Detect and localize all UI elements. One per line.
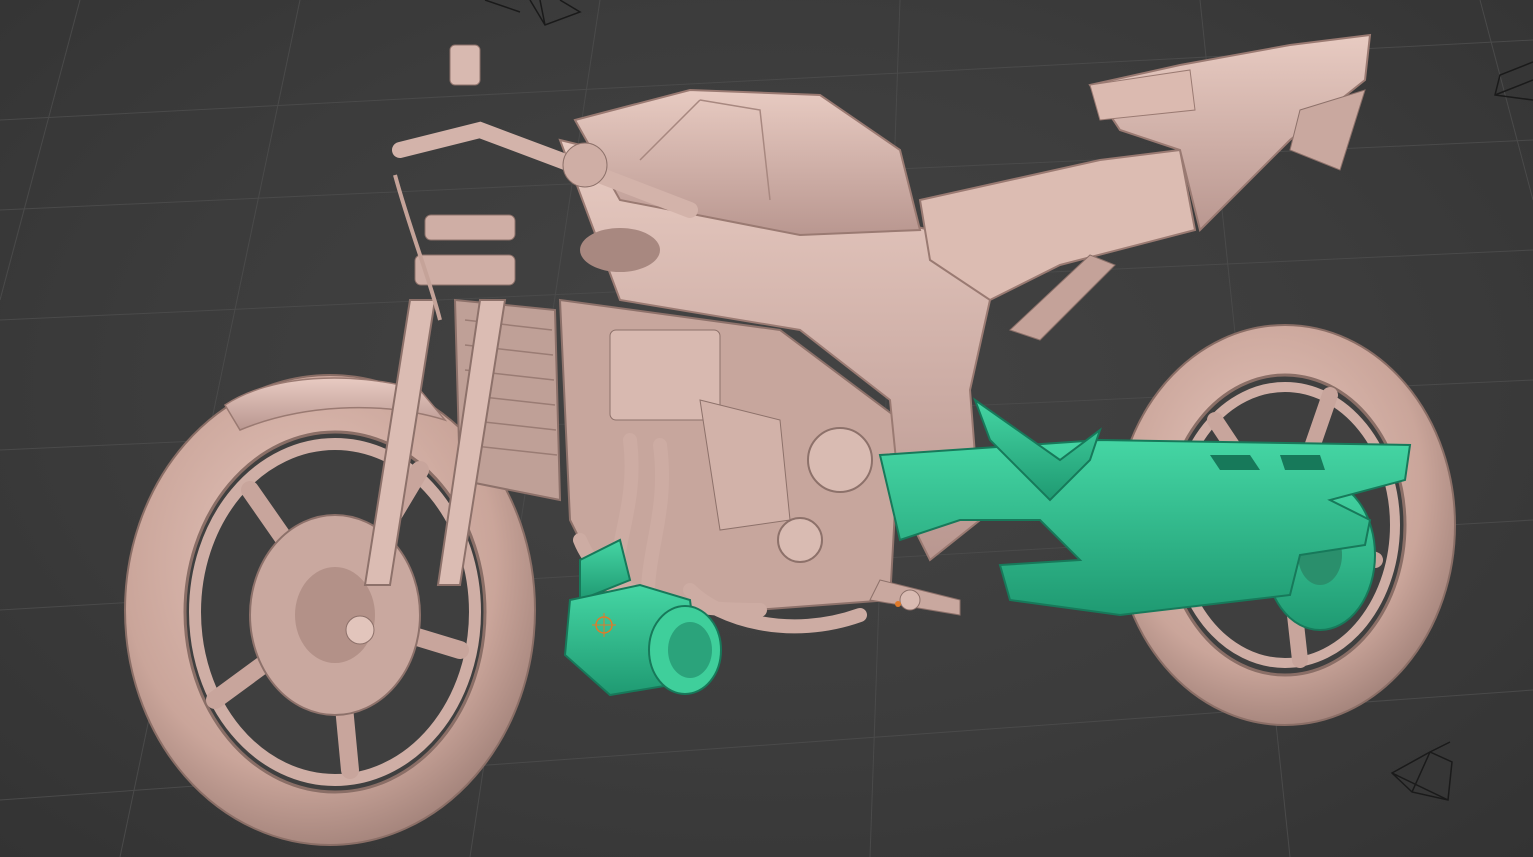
3d-viewport[interactable] [0, 0, 1533, 857]
camera-icon[interactable] [484, 0, 582, 26]
camera-icon[interactable] [1390, 741, 1453, 801]
rear-set [869, 579, 961, 616]
viewport-canvas[interactable] [0, 0, 1533, 857]
seat[interactable] [918, 148, 1197, 302]
pivot-marker [895, 601, 901, 607]
camera-icon[interactable] [1494, 61, 1533, 101]
